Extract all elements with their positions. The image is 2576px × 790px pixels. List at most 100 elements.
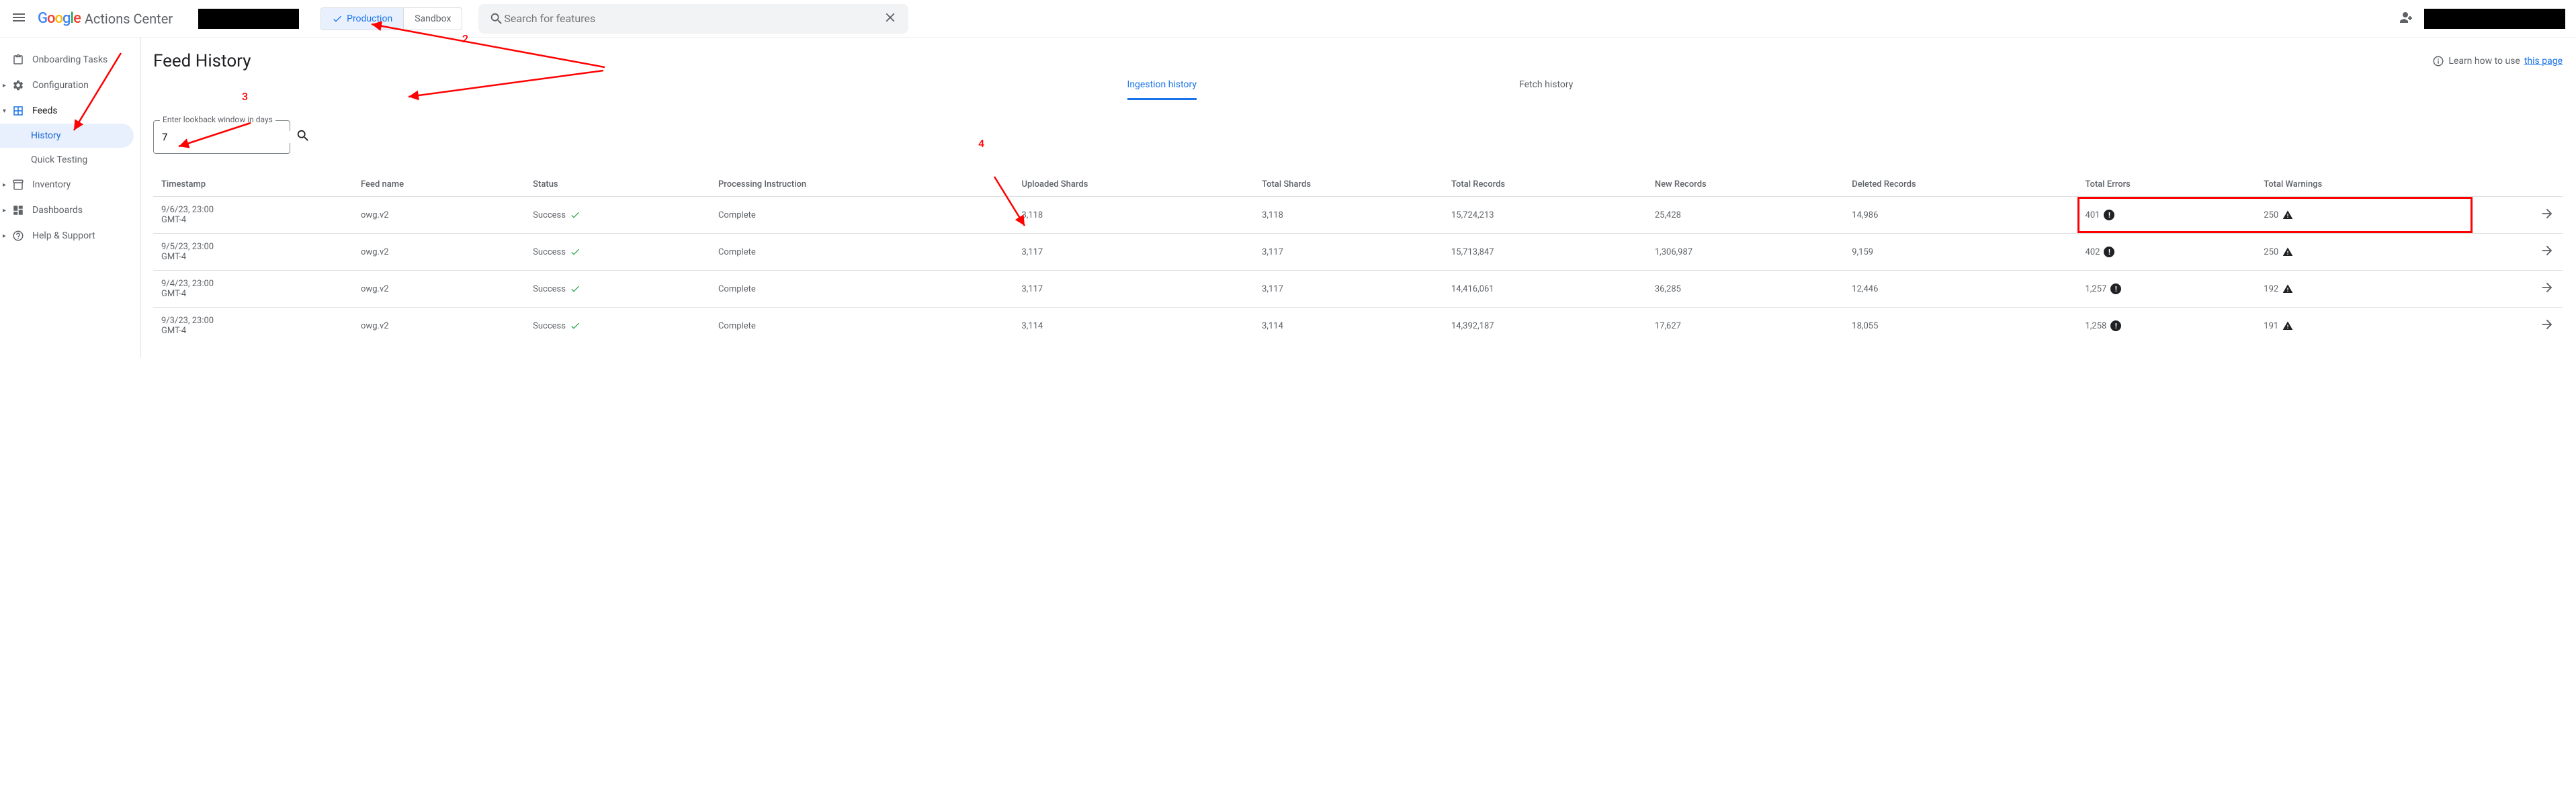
th-feed-name: Feed name [353, 173, 525, 197]
cell-processing-instruction: Complete [710, 271, 1013, 308]
cell-total-records: 14,392,187 [1443, 308, 1647, 345]
google-logo: Google [38, 10, 81, 27]
cell-total-shards: 3,118 [1254, 197, 1443, 234]
chevron-right-icon: ▸ [3, 232, 6, 240]
cell-feed-name: owg.v2 [353, 271, 525, 308]
chevron-right-icon: ▸ [3, 82, 6, 89]
annotation-4: 4 [978, 137, 984, 150]
redacted-box [2424, 9, 2565, 29]
error-icon: ! [2104, 210, 2114, 220]
cell-new-records: 1,306,987 [1647, 234, 1844, 271]
menu-icon[interactable] [11, 9, 27, 28]
th-total-warnings: Total Warnings [2256, 173, 2473, 197]
sidebar-item-label: Dashboards [32, 205, 83, 216]
cell-uploaded-shards: 3,117 [1013, 234, 1254, 271]
cell-total-shards: 3,114 [1254, 308, 1443, 345]
help-icon [12, 230, 24, 242]
sandbox-label: Sandbox [415, 13, 451, 24]
lookback-input[interactable] [162, 131, 296, 143]
cell-total-errors: 401 ! [2077, 197, 2256, 234]
chevron-right-icon: ▸ [3, 181, 6, 189]
cell-total-records: 14,416,061 [1443, 271, 1647, 308]
cell-status: Success [525, 234, 710, 271]
cell-deleted-records: 18,055 [1844, 308, 2077, 345]
sidebar-item-configuration[interactable]: ▸ Configuration [0, 73, 140, 98]
cell-status: Success [525, 271, 710, 308]
search-box[interactable] [478, 4, 908, 34]
arrow-right-icon [2540, 243, 2554, 258]
row-details-button[interactable] [2473, 234, 2563, 271]
cell-timestamp: 9/5/23, 23:00GMT-4 [153, 234, 353, 271]
sidebar-sub-history[interactable]: History [0, 124, 134, 148]
cell-deleted-records: 9,159 [1844, 234, 2077, 271]
sidebar-item-label: History [31, 130, 61, 141]
logo: Google Actions Center [38, 10, 173, 27]
th-new-records: New Records [1647, 173, 1844, 197]
cell-status: Success [525, 197, 710, 234]
cell-total-errors: 402 ! [2077, 234, 2256, 271]
sidebar: Onboarding Tasks ▸ Configuration ▾ Feeds… [0, 38, 141, 357]
th-actions [2473, 173, 2563, 197]
cell-new-records: 25,428 [1647, 197, 1844, 234]
check-icon [332, 13, 343, 24]
content-area: Feed History Learn how to use this page … [141, 38, 2576, 357]
cell-total-records: 15,713,847 [1443, 234, 1647, 271]
sidebar-item-dashboards[interactable]: ▸ Dashboards [0, 198, 140, 223]
sidebar-item-feeds[interactable]: ▾ Feeds [0, 98, 140, 124]
search-icon [489, 11, 504, 26]
sidebar-item-label: Inventory [32, 179, 71, 190]
clear-icon[interactable] [883, 10, 898, 28]
info-icon [2432, 55, 2444, 67]
dashboard-icon [12, 204, 24, 216]
help-link[interactable]: this page [2524, 56, 2563, 67]
gear-icon [12, 79, 24, 91]
sidebar-item-inventory[interactable]: ▸ Inventory [0, 172, 140, 198]
cell-uploaded-shards: 3,114 [1013, 308, 1254, 345]
cell-processing-instruction: Complete [710, 308, 1013, 345]
sidebar-item-help[interactable]: ▸ Help & Support [0, 223, 140, 249]
warning-icon [2282, 320, 2293, 331]
cell-new-records: 17,627 [1647, 308, 1844, 345]
tab-fetch-history[interactable]: Fetch history [1519, 71, 1573, 100]
cell-total-errors: 1,258 ! [2077, 308, 2256, 345]
sandbox-tab[interactable]: Sandbox [404, 8, 462, 30]
search-input[interactable] [504, 12, 883, 25]
search-icon[interactable] [296, 128, 310, 146]
cell-feed-name: owg.v2 [353, 197, 525, 234]
cell-timestamp: 9/4/23, 23:00GMT-4 [153, 271, 353, 308]
grid-icon [12, 105, 24, 117]
sidebar-sub-quick-testing[interactable]: Quick Testing [0, 148, 140, 172]
cell-total-shards: 3,117 [1254, 271, 1443, 308]
cell-total-errors: 1,257 ! [2077, 271, 2256, 308]
th-processing-instruction: Processing Instruction [710, 173, 1013, 197]
row-details-button[interactable] [2473, 308, 2563, 345]
production-tab[interactable]: Production [321, 8, 403, 30]
th-status: Status [525, 173, 710, 197]
error-icon: ! [2104, 247, 2114, 257]
chevron-right-icon: ▸ [3, 207, 6, 214]
table-header-row: Timestamp Feed name Status Processing In… [153, 173, 2563, 197]
warning-icon [2282, 283, 2293, 294]
page-header: Feed History Learn how to use this page [153, 51, 2563, 71]
lookback-label: Enter lookback window in days [160, 115, 275, 124]
person-add-icon[interactable] [2397, 9, 2413, 28]
cell-uploaded-shards: 3,118 [1013, 197, 1254, 234]
table-row: 9/5/23, 23:00GMT-4owg.v2Success Complete… [153, 234, 2563, 271]
row-details-button[interactable] [2473, 197, 2563, 234]
arrow-right-icon [2540, 280, 2554, 295]
th-total-shards: Total Shards [1254, 173, 1443, 197]
sidebar-item-label: Help & Support [32, 230, 95, 241]
table-row: 9/6/23, 23:00GMT-4owg.v2Success Complete… [153, 197, 2563, 234]
cell-total-shards: 3,117 [1254, 234, 1443, 271]
check-icon [570, 283, 581, 294]
arrow-right-icon [2540, 206, 2554, 221]
tab-ingestion-history[interactable]: Ingestion history [1127, 71, 1197, 100]
cell-feed-name: owg.v2 [353, 308, 525, 345]
cell-new-records: 36,285 [1647, 271, 1844, 308]
check-icon [570, 247, 581, 257]
lookback-field: Enter lookback window in days [153, 120, 290, 154]
row-details-button[interactable] [2473, 271, 2563, 308]
topbar-actions [2397, 9, 2565, 29]
cell-total-warnings: 250 [2256, 197, 2473, 234]
sidebar-item-onboarding[interactable]: Onboarding Tasks [0, 47, 140, 73]
